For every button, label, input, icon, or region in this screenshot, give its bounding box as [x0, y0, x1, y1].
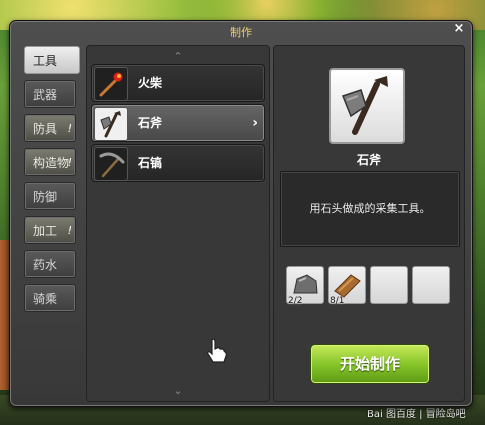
tab-defense[interactable]: 防御: [24, 182, 76, 210]
tab-weapons[interactable]: 武器: [24, 80, 76, 108]
tab-armor[interactable]: 防具!: [24, 114, 76, 142]
window-titlebar[interactable]: 制作: [10, 21, 472, 39]
alert-icon: !: [67, 122, 72, 135]
tab-label: 防具: [33, 122, 58, 136]
category-tabs: 工具 武器 防具! 构造物! 防御 加工! 药水 骑乘: [24, 46, 84, 318]
window-title: 制作: [230, 26, 252, 39]
material-slot-empty[interactable]: [370, 266, 408, 304]
stone-axe-icon: [94, 107, 128, 141]
description-box: 用石头做成的采集工具。: [280, 171, 460, 247]
tab-label: 加工: [33, 224, 58, 238]
material-count: 8/1: [330, 296, 345, 306]
scroll-up-icon[interactable]: ⌃: [87, 50, 269, 63]
recipe-item-stone-axe[interactable]: 石斧 ›: [91, 104, 265, 142]
alert-icon: !: [67, 224, 72, 237]
start-crafting-button[interactable]: 开始制作: [310, 344, 430, 384]
tab-label: 工具: [33, 54, 58, 68]
tab-structures[interactable]: 构造物!: [24, 148, 76, 176]
tab-label: 构造物: [33, 156, 70, 170]
material-slot-empty[interactable]: [412, 266, 450, 304]
tab-mounts[interactable]: 骑乘: [24, 284, 76, 312]
chevron-right-icon: ›: [252, 115, 258, 131]
tab-label: 防御: [33, 190, 58, 204]
recipe-list[interactable]: ⌃ 火柴 石斧 › 石镐 ⌄: [86, 45, 270, 402]
recipe-detail-panel: 石斧 用石头做成的采集工具。 2/2 8/1 开始制作: [273, 45, 465, 402]
recipe-item-label: 石镐: [138, 156, 163, 170]
item-name: 石斧: [356, 153, 381, 167]
scroll-down-icon[interactable]: ⌄: [87, 384, 269, 397]
material-slot[interactable]: 8/1: [328, 266, 366, 306]
alert-icon: !: [67, 156, 72, 169]
tab-tools[interactable]: 工具: [24, 46, 80, 74]
tab-potions[interactable]: 药水: [24, 250, 76, 278]
tab-label: 武器: [33, 88, 58, 102]
item-description: 用石头做成的采集工具。: [309, 202, 431, 215]
recipe-item-label: 石斧: [138, 116, 163, 130]
recipe-item-match[interactable]: 火柴: [91, 64, 265, 102]
hand-cursor-icon: [207, 338, 227, 363]
watermark: Bai 图百度 | 冒险岛吧: [367, 409, 466, 420]
stone-pickaxe-icon: [94, 147, 128, 181]
match-icon: [94, 67, 128, 101]
tab-label: 药水: [33, 258, 58, 272]
crafting-window: 制作 × 工具 武器 防具! 构造物! 防御 加工! 药水 骑乘 ⌃ 火柴 石斧…: [9, 20, 473, 407]
recipe-item-label: 火柴: [138, 76, 163, 90]
recipe-item-stone-pickaxe[interactable]: 石镐: [91, 144, 265, 182]
material-count: 2/2: [288, 296, 303, 306]
materials-row: 2/2 8/1: [286, 266, 456, 306]
tab-processing[interactable]: 加工!: [24, 216, 76, 244]
material-slot[interactable]: 2/2: [286, 266, 324, 306]
close-button[interactable]: ×: [452, 22, 466, 36]
stone-axe-icon: [329, 68, 405, 144]
tab-label: 骑乘: [33, 292, 58, 306]
